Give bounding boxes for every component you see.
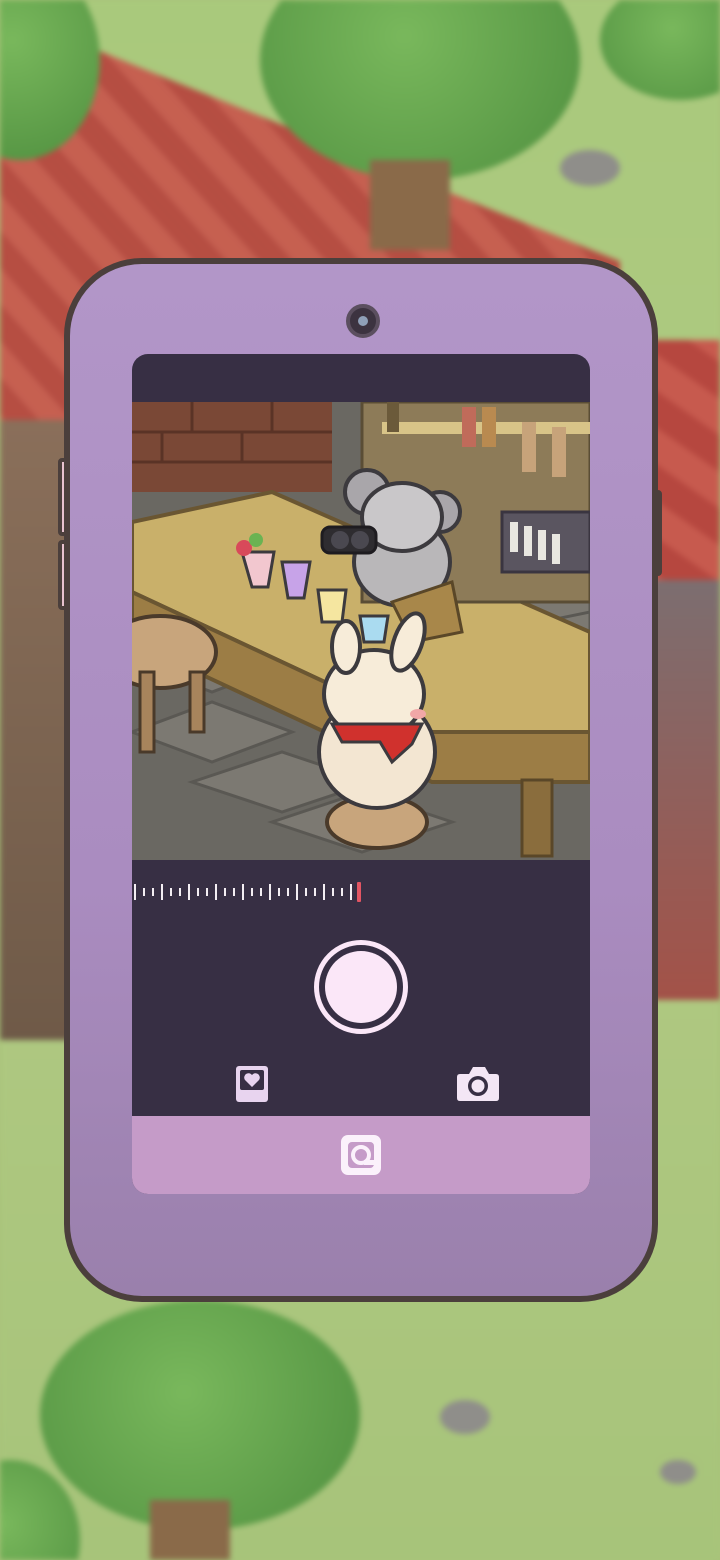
- zoom-ruler-tick: [287, 888, 289, 896]
- zoom-ruler-tick: [341, 888, 343, 896]
- zoom-ruler-tick: [251, 888, 253, 896]
- camera-icon: [457, 1067, 499, 1101]
- zoom-ruler-tick: [242, 884, 244, 900]
- viewfinder-scene-image: [132, 402, 590, 860]
- zoom-ruler-tick: [143, 888, 145, 896]
- zoom-ruler-marker: [357, 882, 361, 902]
- shutter-button-inner: [325, 951, 397, 1023]
- zoom-ruler-tick: [197, 888, 199, 896]
- front-camera-icon: [346, 304, 380, 338]
- shutter-button[interactable]: [314, 940, 408, 1034]
- zoom-ruler-tick: [332, 888, 334, 896]
- photo-album-button[interactable]: [228, 1062, 276, 1104]
- zoom-ruler-tick: [323, 884, 325, 900]
- zoom-ruler-tick: [161, 884, 163, 900]
- zoom-ruler-tick: [314, 888, 316, 896]
- zoom-ruler-tick: [224, 888, 226, 896]
- zoom-ruler-tick: [134, 884, 136, 900]
- zoom-ruler-tick: [215, 884, 217, 900]
- phone-screen: [132, 354, 590, 1194]
- zoom-ruler-tick: [179, 888, 181, 896]
- zoom-ruler-tick: [350, 884, 352, 900]
- zoom-ruler-tick: [188, 884, 190, 900]
- zoom-ruler-tick: [269, 884, 271, 900]
- zoom-ruler-tick: [296, 884, 298, 900]
- zoom-ruler-tick: [206, 888, 208, 896]
- zoom-level-ruler[interactable]: [132, 880, 372, 904]
- zoom-ruler-tick: [278, 888, 280, 896]
- zoom-ruler-ticks: [134, 884, 352, 900]
- app-menu-icon[interactable]: [336, 1130, 386, 1180]
- in-game-phone: [64, 258, 658, 1302]
- phone-bottom-bar: [132, 1116, 590, 1194]
- zoom-ruler-tick: [152, 888, 154, 896]
- zoom-ruler-tick: [233, 888, 235, 896]
- zoom-ruler-tick: [260, 888, 262, 896]
- heart-photo-album-icon: [236, 1066, 268, 1102]
- zoom-ruler-tick: [170, 888, 172, 896]
- camera-viewfinder[interactable]: [132, 402, 590, 860]
- zoom-ruler-tick: [305, 888, 307, 896]
- switch-camera-button[interactable]: [454, 1062, 502, 1104]
